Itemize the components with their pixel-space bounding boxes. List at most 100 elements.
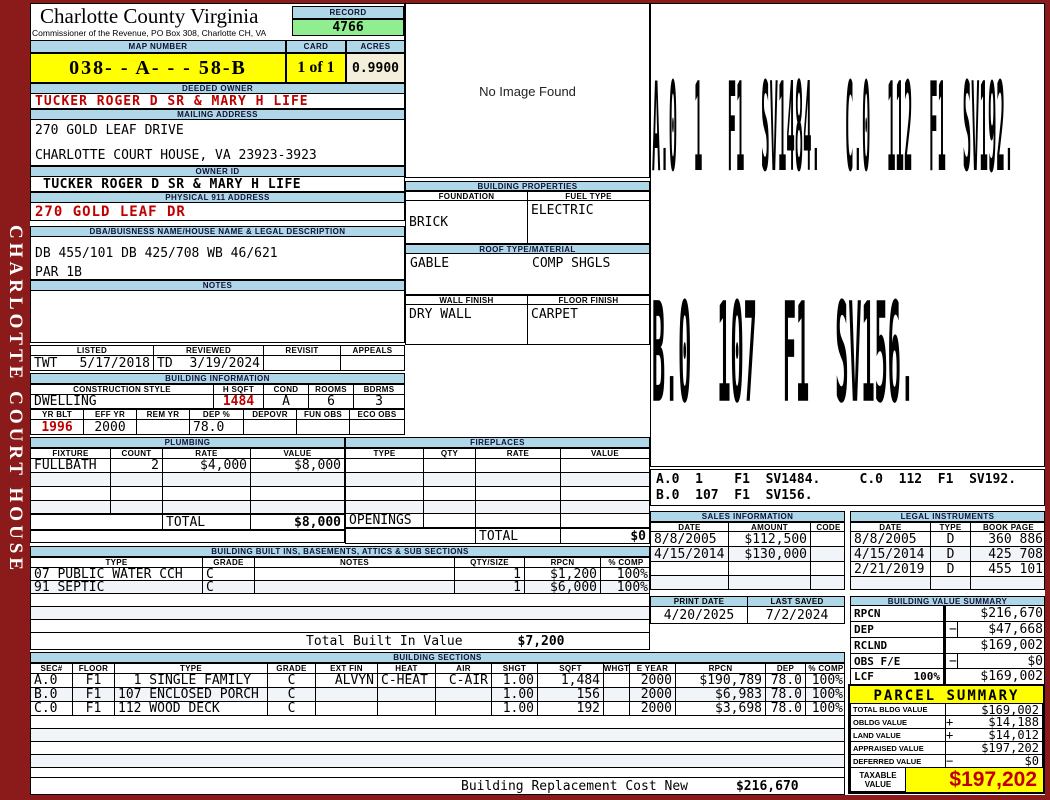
- fireplaces-openings-label: OPENINGS: [346, 514, 424, 527]
- fueltype-header: FUEL TYPE: [565, 192, 612, 201]
- effyr-value: 2000: [84, 420, 137, 434]
- hsqft-value: 1484: [214, 395, 264, 408]
- parcel-value: $14,188: [988, 715, 1039, 729]
- vs-label: DEP: [851, 622, 944, 637]
- sec-extfin: ALVYN: [316, 674, 378, 687]
- sections-col-type: TYPE: [115, 664, 268, 673]
- sec-comp: 100%: [811, 674, 843, 687]
- frame-bottom: [0, 795, 1050, 800]
- mailing-address-header: MAILING ADDRESS: [30, 109, 405, 120]
- print-info-values: 4/20/2025 7/2/2024: [650, 607, 845, 624]
- print-info-colheads: PRINT DATE LAST SAVED: [650, 596, 845, 607]
- sale-code: [811, 532, 846, 546]
- builtins-row: 07 PUBLIC WATER CCH C 1 $1,200 100%: [30, 568, 650, 581]
- builtins-col-rpcn: RPCN: [525, 558, 601, 567]
- parcel-value: $0: [1024, 754, 1039, 768]
- sec-shgt: 1.00: [492, 674, 538, 687]
- vs-label: RCLND: [851, 638, 944, 653]
- builtins-total-row: Total Built In Value $7,200: [30, 633, 650, 650]
- sketch-legend-line2: B.0 107 F1 SV156.: [656, 488, 813, 503]
- sections-col-shgt: SHGT: [492, 664, 538, 673]
- physical-address-value: 270 GOLD LEAF DR: [30, 203, 405, 221]
- sale-date: 4/15/2014: [651, 547, 729, 561]
- fireplaces-total-row: TOTAL $0: [345, 528, 650, 544]
- vs-value: $216,670: [944, 606, 1046, 621]
- appeals-header: APPEALS: [352, 346, 393, 355]
- reviewed-header: REVIEWED: [154, 346, 264, 355]
- sec-whgt: [604, 702, 630, 715]
- rooms-value: 6: [309, 395, 354, 408]
- builtins-col-notes: NOTES: [255, 558, 455, 567]
- deeded-owner-header: DEEDED OWNER: [30, 83, 405, 94]
- sec-heat: C-HEAT: [378, 674, 436, 687]
- sketch-label-large-2: B.0 107 F1 SV156.: [652, 272, 914, 438]
- review-value-row: TWT 5/17/2018 TD 3/19/2024: [30, 356, 405, 371]
- sec-shgt: 1.00: [492, 702, 538, 715]
- sales-colheads: DATE AMOUNT CODE: [650, 522, 845, 532]
- map-number-value: 038- - A- - - 58-B: [30, 53, 286, 83]
- instruments-header: LEGAL INSTRUMENTS: [850, 511, 1045, 522]
- value-summary-row: DEP − $47,668: [850, 622, 1045, 638]
- sales-empty-row: [650, 562, 845, 576]
- depovr-value: [244, 420, 297, 434]
- vs-sign: −: [944, 654, 958, 668]
- vs-label: OBS F/E: [851, 654, 944, 668]
- plumbing-col-count: COUNT: [111, 449, 163, 458]
- vs-value: $47,668: [988, 622, 1043, 637]
- vs-value: $169,002: [944, 638, 1046, 653]
- plumbing-total-row: TOTAL $8,000: [30, 514, 345, 530]
- sections-col-floor: FLOOR: [73, 664, 115, 673]
- lcf-label: LCF: [854, 670, 874, 683]
- sec-rpcn: $3,698: [676, 702, 766, 715]
- listed-value: TWT 5/17/2018: [31, 356, 154, 370]
- physical-address-header: PHYSICAL 911 ADDRESS: [30, 192, 405, 203]
- sale-code: [811, 547, 846, 561]
- plumbing-count: 2: [111, 459, 163, 472]
- cond-value: A: [264, 395, 309, 408]
- acres-value: 0.9900: [346, 53, 405, 83]
- builtins-qty: 1: [455, 581, 525, 593]
- roof-type-value: GABLE: [410, 256, 450, 271]
- fireplaces-col-qty: QTY: [424, 449, 476, 458]
- depovr-header: DEPOVR: [244, 410, 297, 419]
- legal-line2: PAR 1B: [35, 265, 82, 280]
- mailing-address-line1: 270 GOLD LEAF DRIVE: [35, 123, 184, 138]
- sec-heat: [378, 688, 436, 701]
- plumbing-fixture: FULLBATH: [31, 459, 111, 472]
- builtins-col-qty: QTY/SIZE: [455, 558, 525, 567]
- card-header: CARD: [286, 40, 346, 53]
- builtins-col-type: TYPE: [31, 558, 203, 567]
- sec-shgt: 1.00: [492, 688, 538, 701]
- owner-id-header: OWNER ID: [30, 166, 405, 177]
- sec-floor: F1: [73, 674, 115, 687]
- dep-value: 78.0: [190, 420, 244, 434]
- sec-sqft: 1,484: [538, 674, 604, 687]
- building-info-values2: 1996 2000 78.0: [30, 420, 405, 435]
- plumbing-rate: $4,000: [163, 459, 251, 472]
- replacement-cost-label: Building Replacement Cost New: [461, 778, 688, 794]
- sections-empty-row: [30, 742, 845, 755]
- foundation-header: FOUNDATION: [406, 192, 528, 201]
- builtins-col-grade: GRADE: [203, 558, 255, 567]
- sec-dep: 78.0: [766, 688, 806, 701]
- instruments-col-book: BOOK PAGE: [982, 523, 1034, 532]
- county-title: Charlotte County Virginia: [40, 4, 259, 28]
- reviewed-date: 3/19/2024: [189, 356, 260, 370]
- remyr-value: [137, 420, 190, 434]
- sections-col-dep: DEP: [766, 664, 806, 673]
- sec-extfin: [316, 702, 378, 715]
- sec-extfin: [316, 688, 378, 701]
- sections-col-comp: % COMP: [808, 664, 844, 673]
- instruments-col-type: TYPE: [931, 523, 971, 532]
- instrument-date: 4/15/2014: [851, 547, 931, 561]
- parcel-sign: −: [946, 754, 954, 768]
- fireplaces-col-value: VALUE: [590, 449, 620, 458]
- mailing-address-box: 270 GOLD LEAF DRIVE CHARLOTTE COURT HOUS…: [30, 120, 405, 166]
- sec-dep: 78.0: [766, 674, 806, 687]
- parcel-value-cell: − $0: [946, 754, 1043, 768]
- instrument-date: 8/8/2005: [851, 532, 931, 546]
- plumbing-total-spacer: [31, 515, 163, 529]
- plumbing-value: $8,000: [294, 459, 341, 472]
- roof-material-value: COMP SHGLS: [532, 256, 611, 271]
- sec-id: A.0: [31, 674, 73, 687]
